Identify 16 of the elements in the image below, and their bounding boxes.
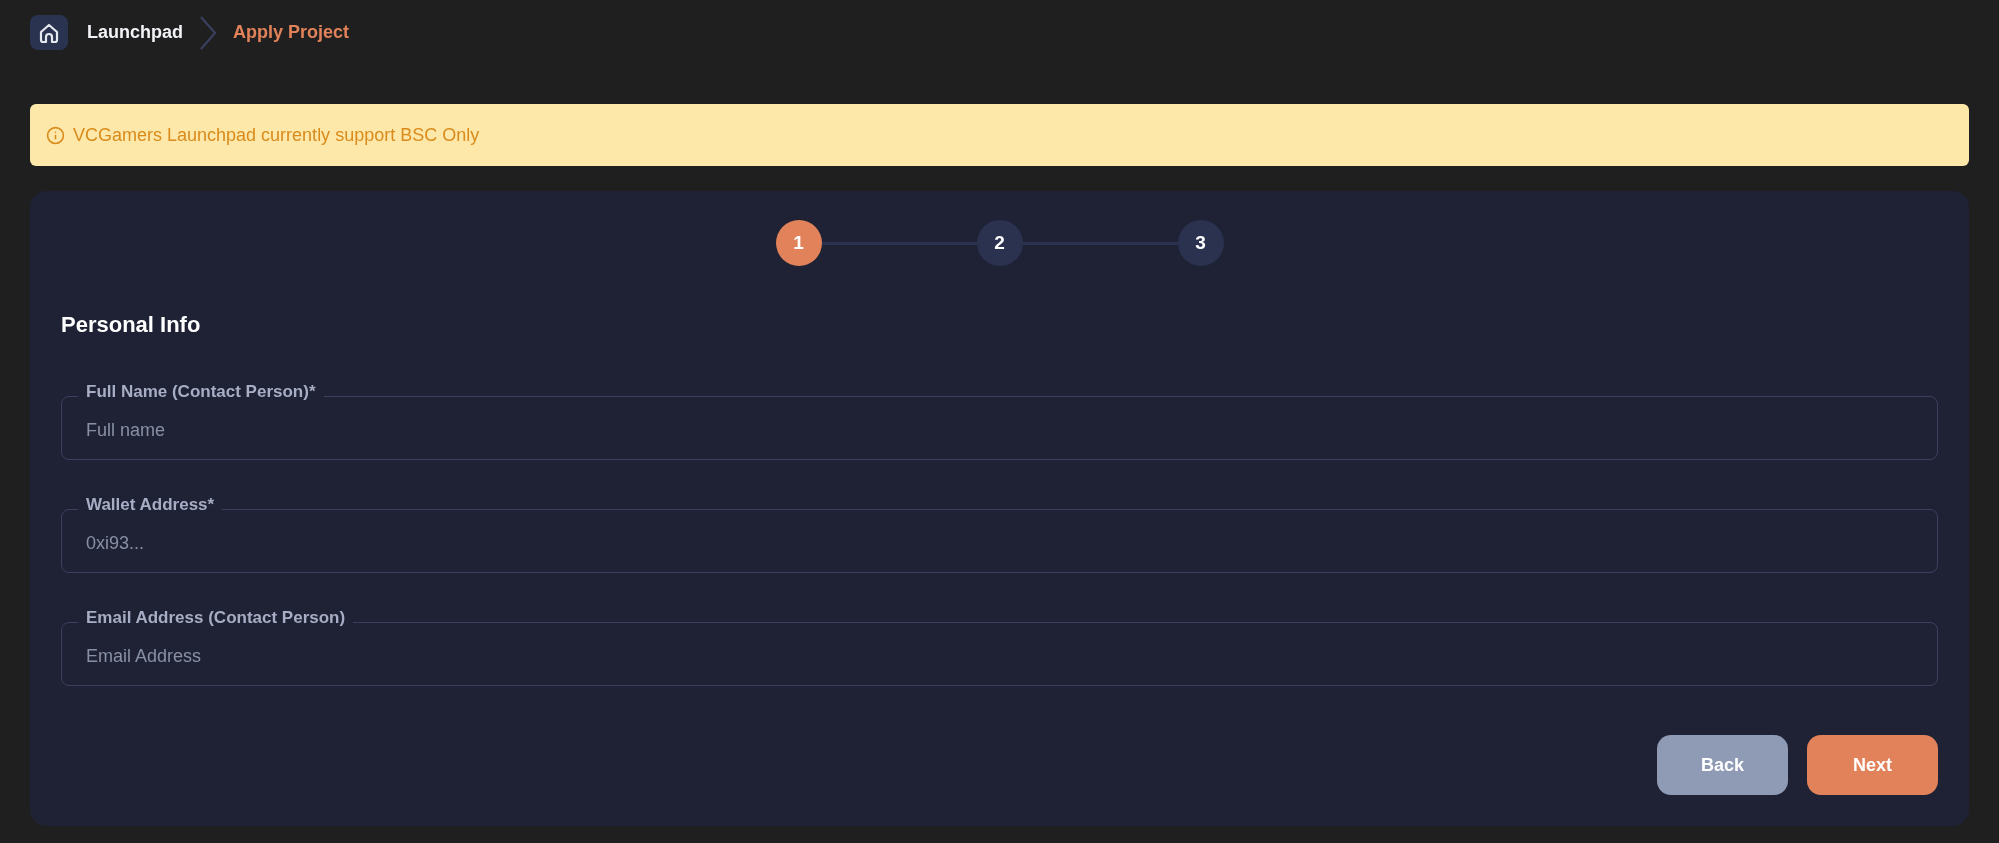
text-field[interactable]: Wallet Address* 0xi93...	[61, 495, 1938, 573]
text-field[interactable]: Email Address (Contact Person) Email Address	[61, 608, 1938, 686]
alert-text: VCGamers Launchpad currently support BSC Only	[73, 123, 480, 147]
field-label: Email Address (Contact Person)	[86, 608, 346, 628]
text-input[interactable]: Full name	[78, 402, 1921, 459]
info-icon	[46, 125, 65, 145]
section-title: Personal Info	[61, 311, 201, 339]
chevron-icon	[200, 15, 216, 50]
text-input[interactable]: 0xi93...	[78, 515, 1921, 572]
home-icon[interactable]	[30, 15, 68, 50]
field-label: Wallet Address*	[86, 495, 215, 515]
breadcrumb-link[interactable]: Launchpad	[87, 19, 183, 46]
text-input[interactable]: Email Address	[78, 628, 1921, 685]
field-label: Full Name (Contact Person)*	[86, 382, 316, 402]
breadcrumb-current: Apply Project	[233, 21, 350, 44]
text-field[interactable]: Full Name (Contact Person)* Full name	[61, 382, 1938, 460]
